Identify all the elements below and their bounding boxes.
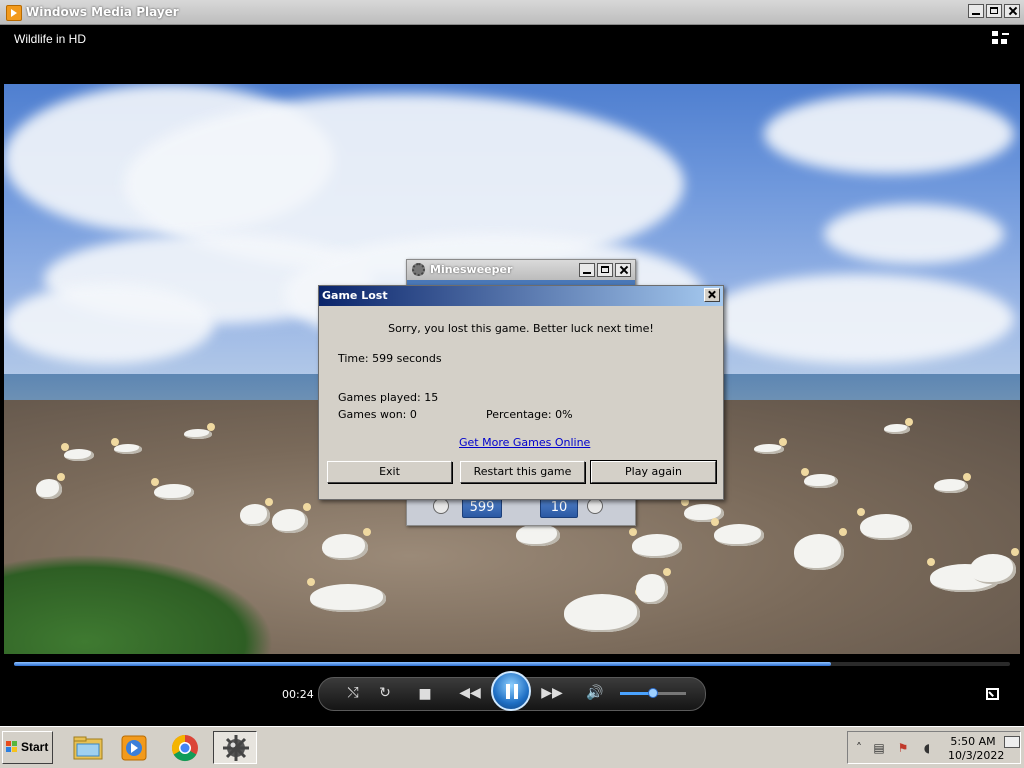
games-played-stat: Games played: 15 [338,391,439,404]
time-counter: 599 [462,498,502,518]
seek-bar-fill [14,662,831,666]
taskbar-minesweeper[interactable] [213,731,257,764]
shuffle-icon[interactable]: ⤭ [341,683,365,703]
minesweeper-icon [412,263,425,276]
switch-to-library-icon[interactable] [992,31,1010,47]
fullscreen-icon[interactable] [986,688,999,700]
network-icon[interactable]: ▤ [872,741,886,755]
minesweeper-close-button[interactable] [615,263,631,277]
clock[interactable]: 5:50 AM 10/3/2022 [948,735,1005,763]
time-stat: Time: 599 seconds [338,352,442,365]
now-playing-title: Wildlife in HD [14,32,87,46]
chrome-icon [171,734,198,762]
percentage-stat: Percentage: 0% [486,408,573,421]
close-button[interactable] [1004,4,1020,18]
mines-counter: 10 [540,498,578,518]
dialog-close-button[interactable] [704,288,720,302]
file-explorer-icon [73,736,103,760]
taskbar: Start ˄ ▤ ⚑ ◖ 5:50 AM 10/3/2022 [0,726,1024,768]
minesweeper-title: Minesweeper [430,263,513,276]
windows-logo-icon [6,741,18,753]
start-button[interactable]: Start [2,731,53,764]
volume-icon[interactable]: ◖ [920,741,934,755]
previous-icon[interactable]: ◀◀ [455,683,485,703]
volume-slider[interactable] [620,688,686,698]
games-won-stat: Games won: 0 [338,408,417,421]
action-center-icon[interactable]: ⚑ [896,741,910,755]
taskbar-media-player[interactable] [112,731,156,764]
mine-icon [587,498,603,514]
maximize-button[interactable] [986,4,1002,18]
minesweeper-minimize-button[interactable] [579,263,595,277]
restart-game-button[interactable]: Restart this game [460,461,585,483]
mute-icon[interactable]: 🔊 [583,683,607,703]
pause-button[interactable] [491,671,531,711]
elapsed-time: 00:24 [282,688,314,701]
taskbar-chrome[interactable] [163,731,207,764]
start-label: Start [21,740,49,754]
window-title: Windows Media Player [26,5,179,19]
clock-date: 10/3/2022 [948,749,1005,762]
seek-bar[interactable] [14,662,1010,666]
title-bar[interactable]: Windows Media Player [0,0,1024,25]
show-desktop-icon[interactable] [1004,736,1020,748]
dialog-message: Sorry, you lost this game. Better luck n… [388,322,654,335]
minesweeper-icon [223,735,249,761]
chevron-up-icon[interactable]: ˄ [852,741,866,755]
dialog-title-bar[interactable]: Game Lost [319,286,723,306]
stop-icon[interactable]: ■ [413,684,437,704]
minesweeper-title-bar[interactable]: Minesweeper [407,260,635,280]
next-icon[interactable]: ▶▶ [537,683,567,703]
media-player-icon [121,735,147,761]
exit-button[interactable]: Exit [327,461,452,483]
get-more-games-link[interactable]: Get More Games Online [459,436,590,449]
stopwatch-icon [433,498,449,514]
media-player-icon [6,5,22,21]
repeat-icon[interactable]: ↻ [373,683,397,703]
minesweeper-maximize-button[interactable] [597,263,613,277]
play-again-button[interactable]: Play again [590,460,717,484]
clock-time: 5:50 AM [950,735,996,748]
system-tray: ˄ ▤ ⚑ ◖ 5:50 AM 10/3/2022 [847,731,1021,764]
taskbar-file-explorer[interactable] [66,731,110,764]
minimize-button[interactable] [968,4,984,18]
dialog-title: Game Lost [322,289,388,302]
game-lost-dialog: Game Lost Sorry, you lost this game. Bet… [318,285,724,500]
volume-knob[interactable] [648,688,658,698]
